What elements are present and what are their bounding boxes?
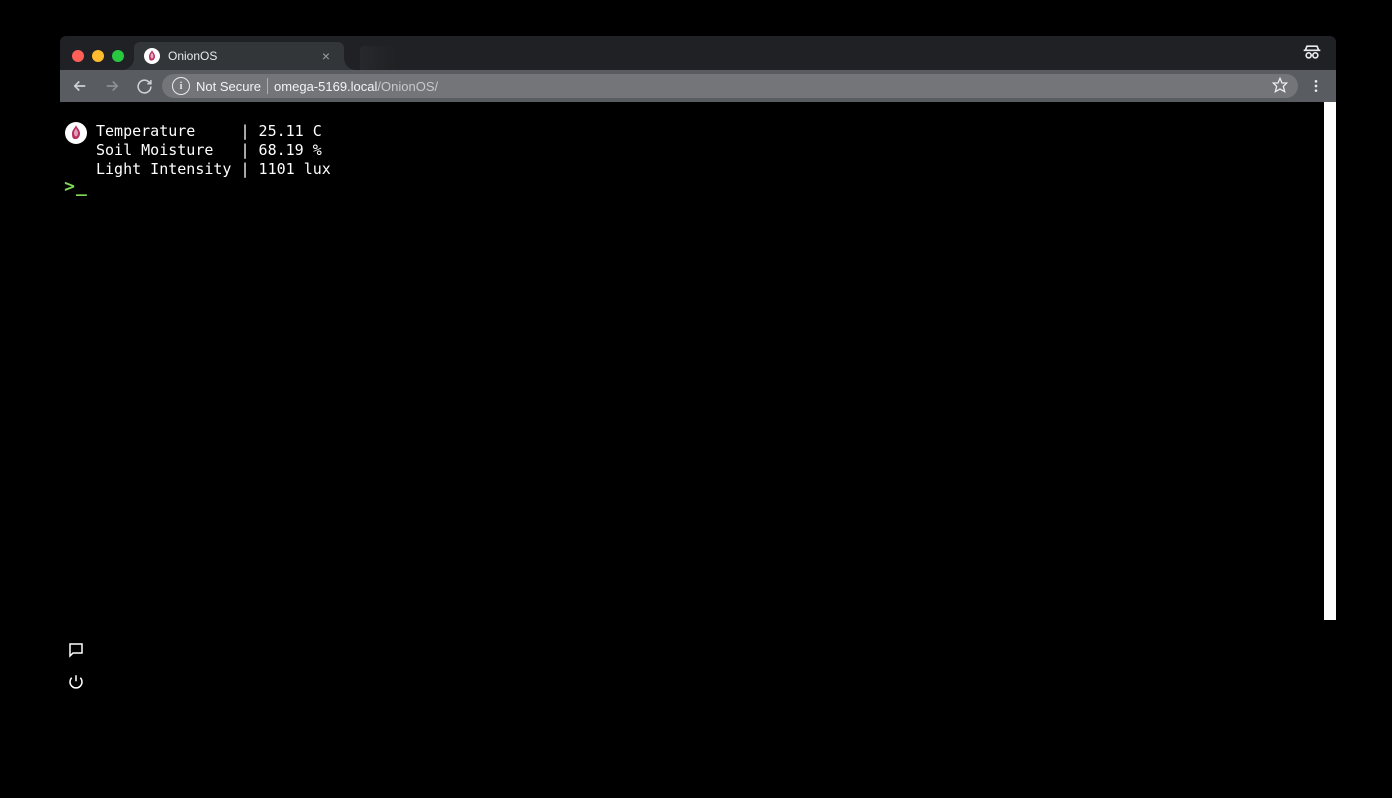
tab-title: OnionOS	[168, 49, 318, 63]
reload-button[interactable]	[130, 72, 158, 100]
forward-button[interactable]	[98, 72, 126, 100]
back-button[interactable]	[66, 72, 94, 100]
incognito-icon	[1302, 42, 1322, 62]
scrollbar[interactable]	[1324, 102, 1336, 620]
browser-menu-button[interactable]	[1302, 72, 1330, 100]
tab-strip: OnionOS ×	[60, 36, 1336, 70]
addressbar-divider	[267, 78, 268, 94]
new-tab-hint[interactable]	[360, 46, 396, 70]
browser-tab[interactable]: OnionOS ×	[134, 42, 344, 70]
address-bar[interactable]: i Not Secure omega-5169.local/OnionOS/	[162, 74, 1298, 98]
url-host: omega-5169.local	[274, 79, 377, 94]
terminal-line-1: Soil Moisture | 68.19 %	[96, 141, 322, 159]
terminal-line-0: Temperature | 25.11 C	[96, 122, 322, 140]
browser-window: OnionOS × i Not Secure	[60, 36, 1336, 726]
security-status: Not Secure	[196, 79, 261, 94]
bookmark-star-icon[interactable]	[1272, 77, 1288, 96]
power-icon[interactable]	[66, 672, 86, 692]
close-window-button[interactable]	[72, 50, 84, 62]
minimize-window-button[interactable]	[92, 50, 104, 62]
close-tab-button[interactable]: ×	[318, 48, 334, 64]
app-sidebar: >_	[60, 102, 92, 726]
terminal-output: Temperature | 25.11 C Soil Moisture | 68…	[92, 102, 1336, 726]
terminal-prompt-icon[interactable]: >_	[64, 176, 88, 197]
chat-icon[interactable]	[66, 640, 86, 660]
onion-logo-icon[interactable]	[65, 122, 87, 144]
onion-favicon-icon	[144, 48, 160, 64]
terminal-line-2: Light Intensity | 1101 lux	[96, 160, 331, 178]
page-viewport: >_ Temperature | 25.11 C Soil Moisture |…	[60, 102, 1336, 726]
url-path: /OnionOS/	[377, 79, 438, 94]
url-text: omega-5169.local/OnionOS/	[274, 79, 438, 94]
site-info-icon[interactable]: i	[172, 77, 190, 95]
browser-toolbar: i Not Secure omega-5169.local/OnionOS/	[60, 70, 1336, 102]
